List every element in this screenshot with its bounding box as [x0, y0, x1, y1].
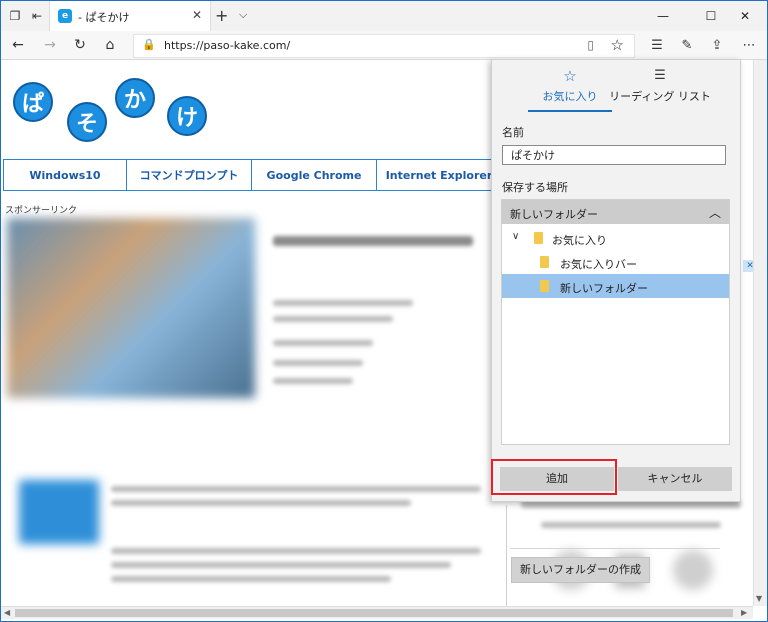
blurred-text — [111, 486, 481, 492]
site-menu: Windows10 コマンドプロンプト Google Chrome Intern… — [3, 159, 502, 191]
tab-title: - ぱそかけ — [78, 11, 130, 24]
notes-pen-icon[interactable]: ✎ — [677, 36, 697, 54]
logo-char: け — [167, 96, 207, 136]
url-text: https://paso-kake.com/ — [164, 39, 291, 52]
lock-icon: 🔒 — [142, 38, 156, 51]
cancel-button[interactable]: キャンセル — [618, 467, 732, 491]
tab-menu-icon[interactable]: ⌵ — [239, 8, 247, 22]
blurred-text — [273, 360, 363, 366]
favorites-panel: ☆ お気に入り ☰ リーディング リスト 名前 ぱそかけ 保存する場所 新しいフ… — [491, 59, 741, 583]
blurred-text — [111, 562, 451, 568]
window-close-icon[interactable]: ✕ — [723, 1, 767, 31]
tree-item-favorites-bar[interactable]: お気に入りバー — [502, 250, 729, 274]
menu-item-google-chrome[interactable]: Google Chrome — [251, 159, 376, 191]
scroll-left-icon[interactable]: ◀ — [4, 608, 10, 617]
blurred-text — [273, 378, 353, 384]
home-icon[interactable]: ⌂ — [101, 36, 119, 54]
folder-tree: 新しいフォルダー ︿ ∨ お気に入り お気に入りバー 新しいフォルダー 新しいフ… — [501, 199, 730, 583]
reading-list-icon: ☰ — [654, 68, 666, 83]
horizontal-scrollbar[interactable]: ◀ ▶ — [1, 606, 753, 619]
blurred-thumbnail — [19, 480, 99, 544]
folder-icon — [534, 232, 543, 244]
tab-manager-icon[interactable]: ❐ — [7, 8, 23, 24]
menu-item-windows10[interactable]: Windows10 — [3, 159, 126, 191]
logo-char: ぱ — [13, 82, 53, 122]
favorite-star-icon[interactable]: ☆ — [611, 36, 624, 54]
blurred-text — [273, 300, 413, 306]
horizontal-scroll-thumb[interactable] — [15, 609, 733, 617]
more-icon[interactable]: ⋯ — [739, 36, 759, 54]
tree-item-label: お気に入り — [552, 234, 607, 247]
set-aside-icon[interactable]: ⇤ — [29, 8, 45, 24]
blurred-text — [111, 576, 391, 582]
chevron-up-icon[interactable]: ︿ — [709, 204, 721, 221]
address-bar[interactable]: 🔒 https://paso-kake.com/ ▯ ☆ — [133, 34, 635, 58]
site-favicon-icon: e — [58, 9, 72, 23]
refresh-icon[interactable]: ↻ — [71, 36, 89, 54]
favorites-hub-icon[interactable]: ☰ — [647, 36, 667, 54]
column-divider — [506, 505, 507, 610]
tab-reading-list-label: リーディング リスト — [609, 90, 711, 103]
name-label: 名前 — [502, 126, 524, 139]
menu-item-internet-explorer[interactable]: Internet Explorer — [376, 159, 502, 191]
reading-view-icon[interactable]: ▯ — [587, 38, 594, 52]
scroll-down-icon[interactable]: ▼ — [756, 594, 762, 603]
blurred-text — [111, 548, 481, 554]
tab-reading-list[interactable]: ☰ リーディング リスト — [598, 60, 722, 110]
blurred-text — [273, 340, 373, 346]
create-folder-button[interactable]: 新しいフォルダーの作成 — [511, 557, 650, 583]
tree-divider — [510, 548, 720, 549]
chevron-down-icon[interactable]: ∨ — [512, 231, 519, 242]
forward-icon[interactable]: → — [41, 36, 59, 54]
minimize-icon[interactable]: — — [641, 1, 685, 31]
tree-item-new-folder[interactable]: 新しいフォルダー — [502, 274, 729, 298]
vertical-scrollbar[interactable]: ▼ — [753, 60, 767, 606]
blurred-text — [541, 522, 721, 528]
menu-item-command-prompt[interactable]: コマンドプロンプト — [126, 159, 251, 191]
blurred-icon — [673, 550, 713, 590]
tree-item-favorites[interactable]: ∨ お気に入り — [502, 226, 729, 250]
blurred-ad-image — [7, 218, 255, 398]
navigation-bar: ← → ↻ ⌂ 🔒 https://paso-kake.com/ ▯ ☆ ☰ ✎… — [1, 31, 767, 60]
folder-icon — [540, 280, 549, 292]
active-tab-indicator — [528, 110, 612, 112]
active-tab[interactable]: e - ぱそかけ ✕ — [49, 1, 211, 31]
new-tab-icon[interactable]: + — [215, 6, 228, 25]
browser-window: ❐ ⇤ e - ぱそかけ ✕ + ⌵ — ☐ ✕ ← → ↻ ⌂ 🔒 https… — [0, 0, 768, 622]
folder-icon — [540, 256, 549, 268]
share-icon[interactable]: ⇪ — [707, 36, 727, 54]
scroll-right-icon[interactable]: ▶ — [741, 608, 747, 617]
back-icon[interactable]: ← — [9, 36, 27, 54]
close-icon[interactable]: ✕ — [192, 8, 202, 22]
blurred-text — [273, 316, 393, 322]
tree-item-label: お気に入りバー — [560, 258, 637, 271]
logo-char: か — [115, 78, 155, 118]
sponsor-label: スポンサーリンク — [5, 206, 78, 216]
folder-dropdown-header[interactable]: 新しいフォルダー ︿ — [502, 200, 729, 224]
blurred-text — [273, 236, 473, 246]
tab-bar: ❐ ⇤ e - ぱそかけ ✕ + ⌵ — ☐ ✕ — [1, 1, 767, 31]
tree-item-label: 新しいフォルダー — [560, 282, 648, 295]
blurred-text — [111, 500, 411, 506]
favorite-name-input[interactable]: ぱそかけ — [502, 145, 726, 165]
logo-char: そ — [67, 102, 107, 142]
highlight-box — [491, 459, 617, 495]
selected-folder-text: 新しいフォルダー — [510, 208, 598, 221]
save-location-label: 保存する場所 — [502, 181, 568, 194]
